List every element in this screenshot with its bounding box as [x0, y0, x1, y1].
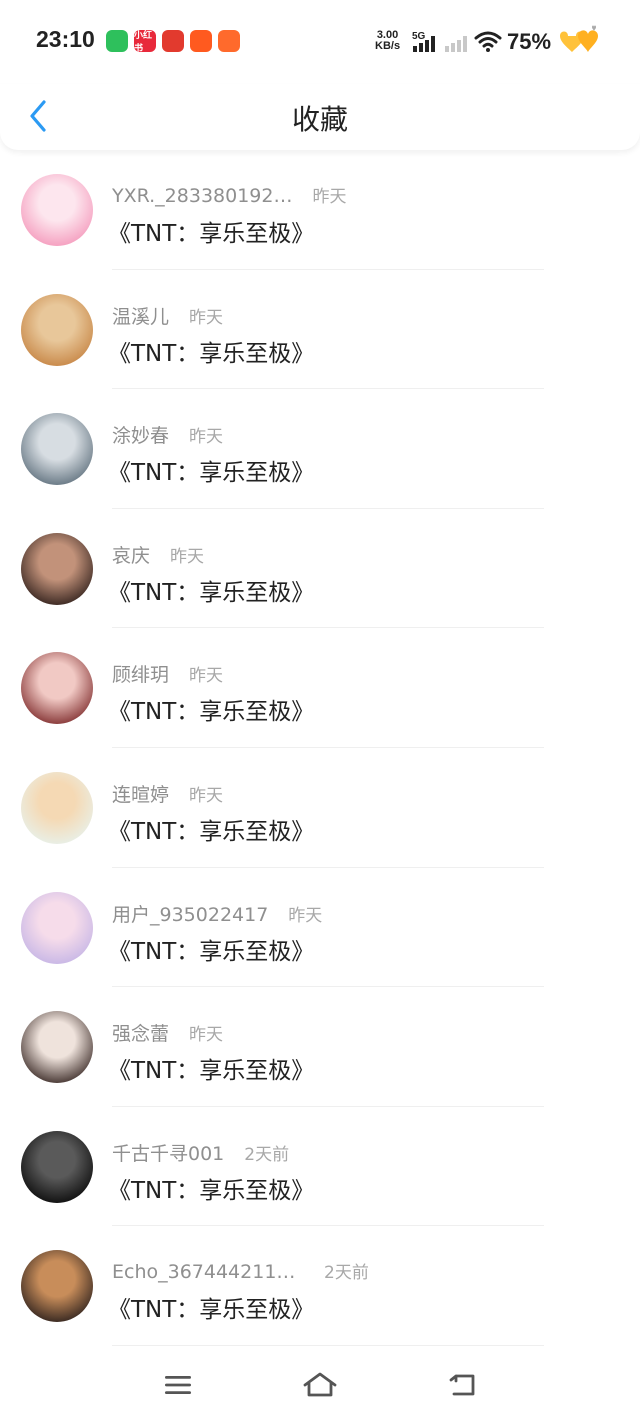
menu-icon — [165, 1376, 191, 1394]
favorite-title[interactable]: 《TNT：享乐至极》 — [108, 214, 314, 248]
list-item[interactable]: 温溪儿 昨天《TNT：享乐至极》 — [0, 270, 640, 390]
list-item[interactable]: YXR._283380192… 昨天《TNT：享乐至极》 — [0, 150, 640, 270]
list-item[interactable]: 用户_935022417 昨天《TNT：享乐至极》 — [0, 868, 640, 988]
page-title: 收藏 — [291, 103, 348, 136]
timestamp: 2天前 — [244, 1144, 290, 1165]
app-header: 收藏 — [0, 84, 640, 150]
network-type-label: 5G — [412, 31, 426, 42]
system-back-button[interactable] — [442, 1368, 482, 1402]
timestamp: 昨天 — [189, 785, 224, 806]
item-meta: 用户_935022417 昨天 — [112, 900, 322, 927]
item-meta: 涂妙春 昨天 — [112, 421, 223, 448]
avatar[interactable] — [21, 174, 93, 246]
pinduoduo-icon — [162, 30, 184, 52]
timestamp: 昨天 — [288, 905, 323, 926]
username[interactable]: 强念蕾 — [112, 1019, 169, 1046]
favorite-title[interactable]: 《TNT：享乐至极》 — [108, 692, 314, 726]
favorite-title[interactable]: 《TNT：享乐至极》 — [108, 334, 314, 368]
favorite-title[interactable]: 《TNT：享乐至极》 — [108, 1051, 314, 1085]
favorite-title[interactable]: 《TNT：享乐至极》 — [108, 1171, 314, 1205]
xiaohongshu-icon: 小红书 — [134, 30, 156, 52]
avatar[interactable] — [21, 1130, 93, 1203]
avatar[interactable] — [21, 1250, 93, 1323]
item-meta: 强念蕾 昨天 — [112, 1019, 223, 1046]
username[interactable]: Echo_3674442116… — [112, 1261, 304, 1283]
list-item[interactable]: 连暄婷 昨天《TNT：享乐至极》 — [0, 748, 640, 868]
favorite-title[interactable]: 《TNT：享乐至极》 — [108, 573, 314, 607]
favorite-title[interactable]: 《TNT：享乐至极》 — [108, 932, 314, 966]
app-icon — [218, 30, 240, 52]
username[interactable]: 连暄婷 — [112, 780, 169, 807]
item-meta: 连暄婷 昨天 — [112, 780, 223, 807]
list-item[interactable]: Echo_3674442116… 2天前 《TNT：享乐至极》 — [0, 1226, 640, 1346]
list-item[interactable]: 强念蕾 昨天《TNT：享乐至极》 — [0, 987, 640, 1107]
timestamp: 2天前 — [324, 1263, 369, 1284]
item-meta: 顾绯玥 昨天 — [112, 660, 223, 687]
wifi-icon — [474, 29, 502, 57]
username[interactable]: 用户_935022417 — [112, 900, 268, 927]
wechat-icon — [106, 30, 128, 52]
home-button[interactable] — [300, 1368, 340, 1402]
avatar[interactable] — [21, 293, 93, 366]
divider — [112, 1344, 544, 1346]
favorite-title[interactable]: 《TNT：享乐至极》 — [108, 453, 314, 487]
secondary-signal-icon — [444, 30, 470, 58]
favorites-list: YXR._283380192… 昨天 《TNT：享乐至极》 温溪儿 昨天 《TNT：享乐至… — [0, 150, 640, 1346]
username[interactable]: 顾绯玥 — [112, 660, 169, 687]
timestamp: 昨天 — [189, 1025, 224, 1046]
timestamp: 昨天 — [170, 546, 205, 567]
notification-app-icons: 小红书 — [106, 30, 240, 52]
timestamp: 昨天 — [312, 187, 347, 207]
avatar[interactable] — [21, 532, 93, 605]
cellular-signal-icon: 5G — [412, 30, 440, 58]
taobao-icon — [190, 30, 212, 52]
list-item[interactable]: 千古千寻001 2天前《TNT：享乐至极》 — [0, 1107, 640, 1227]
avatar[interactable] — [21, 1011, 93, 1084]
item-meta: 哀庆 昨天 — [112, 541, 204, 568]
username[interactable]: 温溪儿 — [112, 302, 169, 329]
list-item[interactable]: 顾绯玥 昨天《TNT：享乐至极》 — [0, 628, 640, 748]
username[interactable]: 哀庆 — [112, 541, 150, 568]
status-bar: 23:10 小红书 3.00 KB/s 5G 75% — [0, 0, 640, 84]
home-icon — [303, 1372, 337, 1397]
timestamp: 昨天 — [189, 427, 224, 448]
username[interactable]: 千古千寻001 — [112, 1139, 224, 1166]
avatar[interactable] — [21, 652, 93, 725]
avatar[interactable] — [21, 771, 93, 844]
avatar[interactable] — [21, 891, 93, 964]
item-meta: YXR._283380192… 昨天 — [112, 182, 346, 207]
list-item[interactable]: 哀庆 昨天《TNT：享乐至极》 — [0, 509, 640, 629]
menu-button[interactable] — [158, 1368, 198, 1402]
username[interactable]: YXR._283380192… — [112, 185, 292, 207]
network-speed-unit: KB/s — [375, 40, 401, 52]
system-nav-bar — [0, 1350, 640, 1422]
avatar[interactable] — [21, 413, 93, 486]
list-item[interactable]: 涂妙春 昨天《TNT：享乐至极》 — [0, 389, 640, 509]
item-meta: 温溪儿 昨天 — [112, 302, 223, 329]
favorite-title[interactable]: 《TNT：享乐至极》 — [108, 1290, 314, 1324]
item-meta: Echo_3674442116… 2天前 — [112, 1258, 369, 1283]
battery-percent: 75% — [507, 29, 552, 54]
status-time: 23:10 — [36, 26, 95, 52]
timestamp: 昨天 — [189, 666, 224, 687]
item-meta: 千古千寻001 2天前 — [112, 1139, 289, 1166]
timestamp: 昨天 — [189, 307, 224, 328]
back-icon — [449, 1374, 475, 1396]
username[interactable]: 涂妙春 — [112, 421, 169, 448]
favorite-title[interactable]: 《TNT：享乐至极》 — [108, 812, 314, 846]
hearts-icon — [558, 24, 600, 62]
network-speed: 3.00 KB/s — [375, 30, 400, 52]
